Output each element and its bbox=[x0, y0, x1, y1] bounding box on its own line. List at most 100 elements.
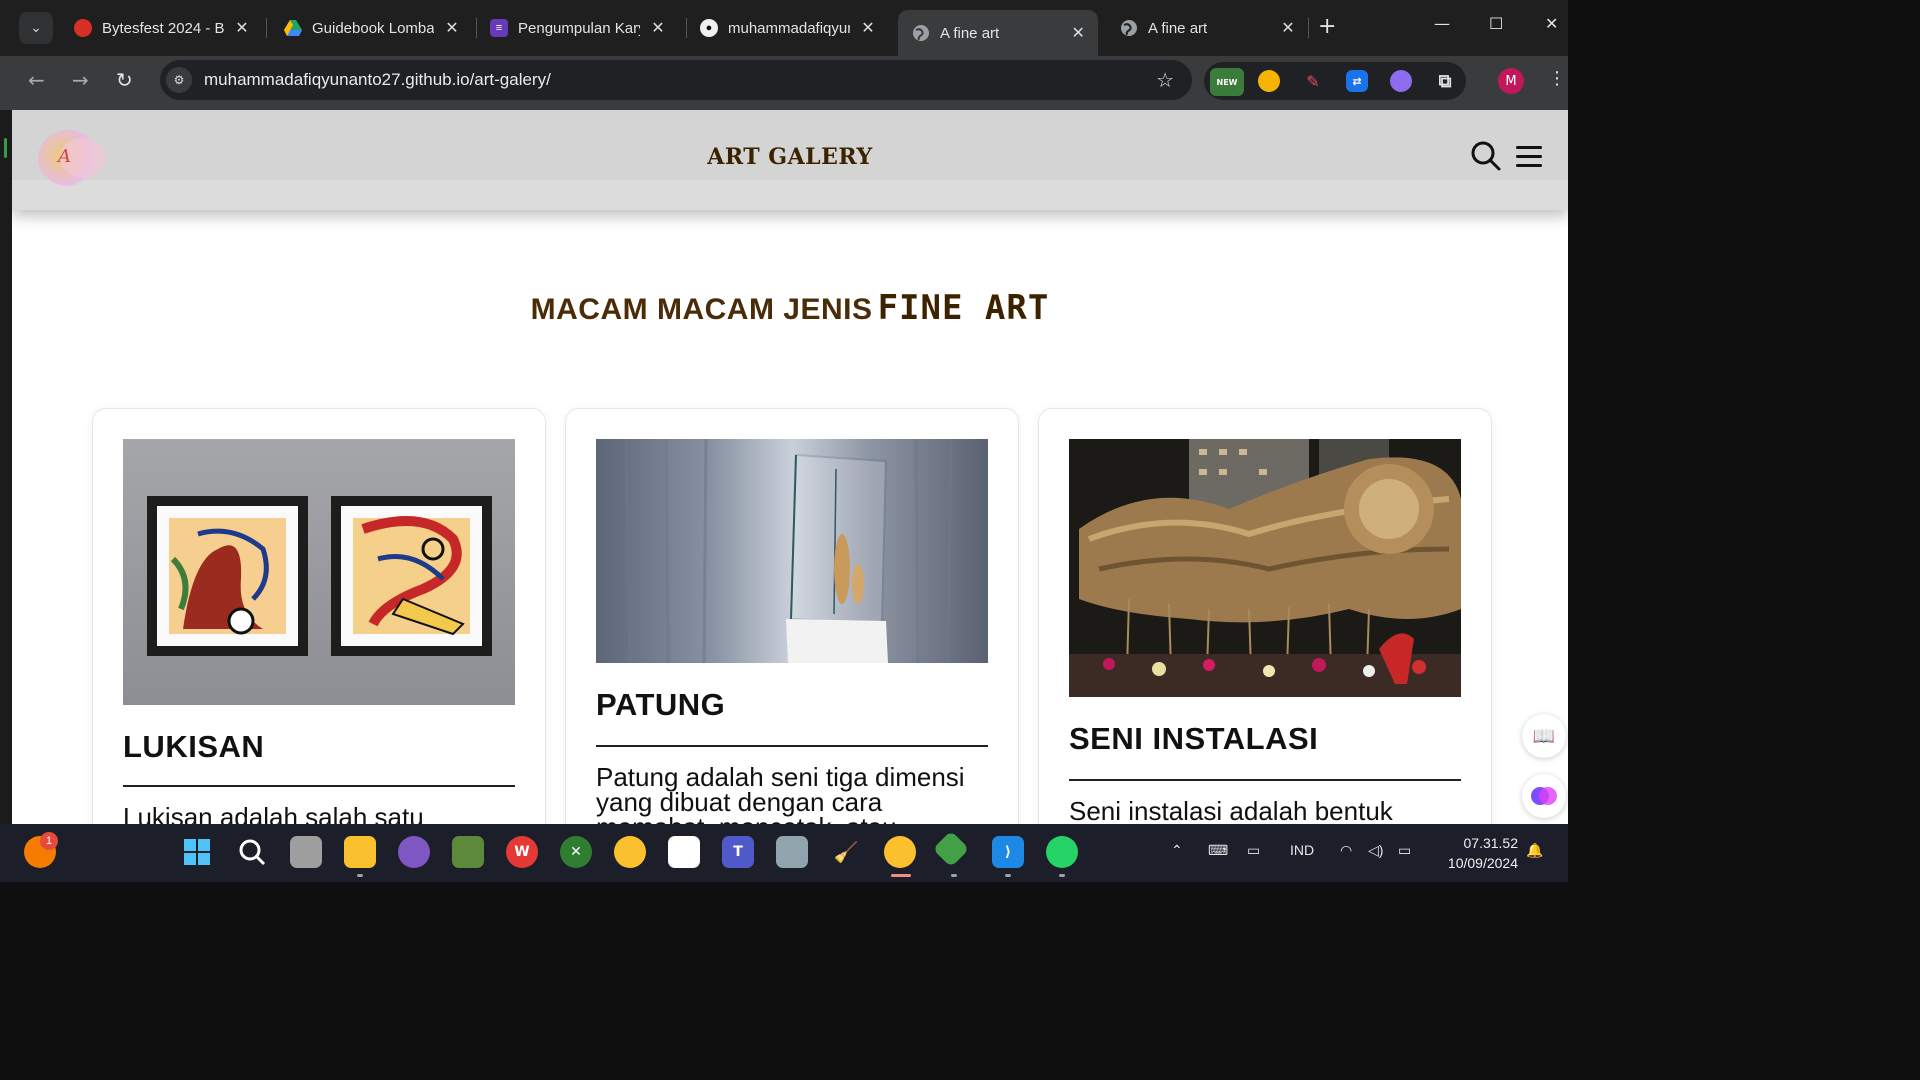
new-badge-label: NEW bbox=[1216, 77, 1238, 87]
close-icon[interactable]: ✕ bbox=[858, 18, 878, 38]
github-icon: ● bbox=[700, 19, 718, 37]
new-extension-icon[interactable]: NEW bbox=[1210, 68, 1244, 96]
google-drive-icon bbox=[284, 19, 302, 37]
brain-extension-icon[interactable] bbox=[1390, 70, 1412, 92]
google-forms-icon: ≡ bbox=[490, 19, 508, 37]
card-description: Patung adalah seni tiga dimensi yang dib… bbox=[596, 762, 965, 824]
copilot-icon[interactable] bbox=[398, 836, 430, 868]
section-title-part1: MACAM MACAM JENIS bbox=[530, 293, 873, 326]
card-image bbox=[123, 439, 515, 705]
profile-avatar[interactable]: M bbox=[1498, 68, 1524, 94]
tab-guidebook[interactable]: Guidebook Lomba ✕ bbox=[270, 8, 472, 48]
page-viewport: A ART GALERY MACAM MACAM JENIS FINE ART bbox=[12, 110, 1568, 824]
xbox-icon[interactable]: ✕ bbox=[560, 836, 592, 868]
tab-title: A fine art bbox=[1148, 19, 1208, 37]
card-heading: PATUNG bbox=[596, 687, 726, 722]
running-indicator bbox=[357, 874, 363, 877]
forward-arrow-icon[interactable]: → bbox=[72, 68, 89, 92]
window-close-icon[interactable]: ✕ bbox=[1545, 14, 1558, 33]
more-menu-icon[interactable]: ⋮ bbox=[1548, 68, 1566, 89]
tab-title: A fine art bbox=[940, 24, 1000, 42]
browser-tab-bar: ⌄ Bytesfest 2024 - Bu ✕ Guidebook Lomba … bbox=[0, 0, 1568, 56]
globe-icon bbox=[912, 24, 930, 42]
running-indicator bbox=[1005, 874, 1011, 877]
search-icon[interactable] bbox=[1470, 140, 1502, 172]
wifi-icon[interactable]: ◠ bbox=[1340, 842, 1352, 859]
maximize-icon[interactable]: ☐ bbox=[1489, 14, 1503, 33]
brand-title: ART GALERY bbox=[707, 144, 873, 170]
windows-start-icon[interactable] bbox=[181, 836, 213, 868]
tab-title: Pengumpulan Kary bbox=[518, 19, 640, 37]
whatsapp-icon[interactable] bbox=[1046, 836, 1078, 868]
extensions-group: NEW ✎ ⇄ ⧉ bbox=[1204, 62, 1466, 100]
microsoft-store-icon[interactable] bbox=[668, 836, 700, 868]
windows-taskbar: 1 W ✕ T 🧹 ⟩ ⌃ ⌨ ▭ IND ◠ ◁) ▭ 07.31.52 10… bbox=[0, 824, 1568, 882]
tab-fine-art[interactable]: A fine art ✕ bbox=[1106, 8, 1308, 48]
task-view-icon[interactable] bbox=[290, 836, 322, 868]
url-text[interactable]: muhammadafiqyunanto27.github.io/art-gale… bbox=[204, 70, 551, 90]
tab-fine-art-active[interactable]: A fine art ✕ bbox=[898, 10, 1098, 56]
close-icon[interactable]: ✕ bbox=[1278, 18, 1298, 38]
fingerprint-app-icon[interactable] bbox=[776, 836, 808, 868]
card-divider bbox=[596, 745, 988, 747]
minecraft-icon[interactable] bbox=[452, 836, 484, 868]
close-icon[interactable]: ✕ bbox=[648, 18, 668, 38]
minimize-icon[interactable]: — bbox=[1434, 14, 1450, 33]
close-icon[interactable]: ✕ bbox=[1068, 23, 1088, 43]
chrome-icon[interactable] bbox=[614, 836, 646, 868]
running-indicator bbox=[1059, 874, 1065, 877]
side-panel-edge bbox=[0, 110, 12, 824]
card-patung[interactable]: PATUNG Patung adalah seni tiga dimensi y… bbox=[565, 408, 1019, 824]
hamburger-menu-icon[interactable] bbox=[1516, 146, 1542, 168]
clock-date: 10/09/2024 bbox=[1447, 855, 1518, 871]
card-heading: LUKISAN bbox=[123, 729, 265, 764]
card-divider bbox=[123, 785, 515, 787]
teams-icon[interactable]: T bbox=[722, 836, 754, 868]
card-seni-instalasi[interactable]: SENI INSTALASI Seni instalasi adalah ben… bbox=[1038, 408, 1492, 824]
reading-mode-icon[interactable]: 📖 bbox=[1522, 714, 1566, 758]
brain-assistant-icon[interactable] bbox=[1522, 774, 1566, 818]
tab-search-button[interactable]: ⌄ bbox=[19, 12, 53, 44]
running-indicator bbox=[951, 874, 957, 877]
back-arrow-icon[interactable]: ← bbox=[28, 68, 45, 92]
tab-separator bbox=[266, 18, 267, 38]
bytesfest-favicon-icon bbox=[74, 19, 92, 37]
section-title: MACAM MACAM JENIS FINE ART bbox=[12, 288, 1568, 328]
card-lukisan[interactable]: LUKISAN Lukisan adalah salah satu bbox=[92, 408, 546, 824]
section-title-part2: FINE ART bbox=[877, 288, 1050, 328]
translate-extension-icon[interactable]: ⇄ bbox=[1346, 70, 1368, 92]
active-indicator bbox=[891, 874, 911, 877]
chevron-down-icon: ⌄ bbox=[30, 20, 42, 36]
wps-office-icon[interactable]: W bbox=[506, 836, 538, 868]
new-tab-plus-icon[interactable]: + bbox=[1318, 14, 1336, 39]
extension-orange-icon[interactable] bbox=[1258, 70, 1280, 92]
tab-pengumpulan[interactable]: ≡ Pengumpulan Kary ✕ bbox=[476, 8, 678, 48]
address-bar[interactable]: ⚙ muhammadafiqyunanto27.github.io/art-ga… bbox=[160, 60, 1192, 100]
chrome-profile-icon[interactable] bbox=[884, 836, 916, 868]
site-settings-icon[interactable]: ⚙ bbox=[166, 67, 192, 93]
tray-chevron-up-icon[interactable]: ⌃ bbox=[1171, 842, 1183, 859]
close-icon[interactable]: ✕ bbox=[442, 18, 462, 38]
volume-icon[interactable]: ◁) bbox=[1368, 842, 1383, 859]
language-indicator[interactable]: IND bbox=[1290, 842, 1314, 858]
tab-github[interactable]: ● muhammadafiqyun ✕ bbox=[686, 8, 888, 48]
file-explorer-icon[interactable] bbox=[344, 836, 376, 868]
display-icon[interactable]: ▭ bbox=[1247, 842, 1260, 859]
close-icon[interactable]: ✕ bbox=[232, 18, 252, 38]
keyboard-icon[interactable]: ⌨ bbox=[1208, 842, 1228, 859]
notification-bell-icon[interactable]: 🔔 bbox=[1526, 842, 1543, 859]
card-image bbox=[596, 439, 988, 663]
broom-cleaner-icon[interactable]: 🧹 bbox=[830, 836, 862, 868]
tab-bytesfest[interactable]: Bytesfest 2024 - Bu ✕ bbox=[60, 8, 262, 48]
git-app-icon[interactable] bbox=[932, 830, 970, 868]
system-clock[interactable]: 07.31.52 10/09/2024 bbox=[1432, 833, 1518, 873]
pen-extension-icon[interactable]: ✎ bbox=[1302, 70, 1324, 92]
battery-icon[interactable]: ▭ bbox=[1398, 842, 1411, 859]
card-description: Seni instalasi adalah bentuk bbox=[1069, 796, 1393, 824]
vscode-icon[interactable]: ⟩ bbox=[992, 836, 1024, 868]
card-divider bbox=[1069, 779, 1461, 781]
puzzle-extensions-icon[interactable]: ⧉ bbox=[1434, 70, 1456, 92]
search-icon[interactable] bbox=[236, 836, 268, 868]
reload-icon[interactable]: ↻ bbox=[116, 68, 133, 92]
bookmark-star-icon[interactable]: ☆ bbox=[1156, 68, 1174, 92]
